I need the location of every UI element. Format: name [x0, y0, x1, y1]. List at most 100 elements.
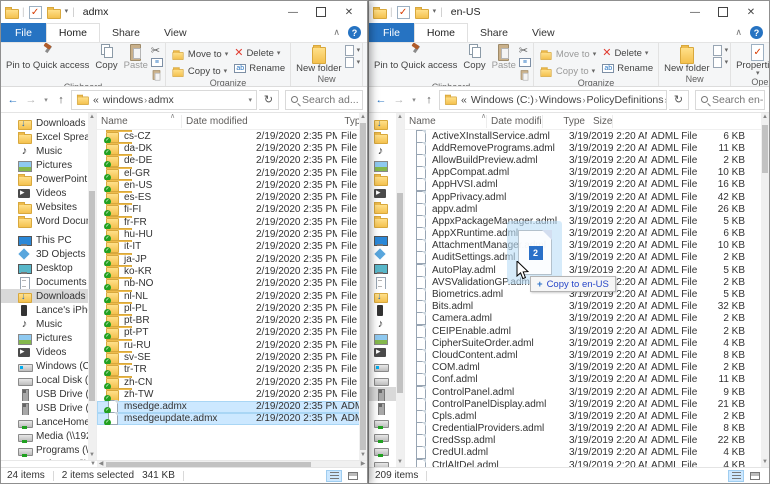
- file-row[interactable]: ✓ CtrlAltDel.adml 3/19/2019 2:20 AM ADML…: [405, 458, 769, 467]
- refresh-button[interactable]: ↻: [669, 89, 689, 110]
- sidebar-item[interactable]: LanceHome (\\1: [1, 415, 88, 429]
- sidebar-item[interactable]: [369, 261, 396, 275]
- copy-to-button[interactable]: Copy to ▾: [539, 65, 596, 78]
- scrollbar-thumb[interactable]: [106, 462, 311, 467]
- sidebar-item[interactable]: This PC: [1, 233, 88, 247]
- breadcrumb-item[interactable]: PolicyDefinitions›: [586, 94, 666, 106]
- file-row[interactable]: ✓ CloudContent.adml 3/19/2019 2:20 AM AD…: [405, 348, 769, 362]
- file-row[interactable]: ✓ zh-TW 2/19/2020 2:35 PM File folder: [97, 387, 367, 401]
- file-row[interactable]: ✓ Camera.adml 3/19/2019 2:20 AM ADML Fil…: [405, 312, 769, 326]
- qat-properties-icon[interactable]: ✓: [396, 5, 410, 19]
- minimize-button[interactable]: —: [279, 2, 307, 22]
- sidebar-item[interactable]: Desktop: [1, 261, 88, 275]
- sidebar-item[interactable]: Downloads: [1, 116, 88, 130]
- sidebar-item[interactable]: [369, 457, 396, 467]
- new-item-button[interactable]: ▾: [344, 45, 360, 56]
- scroll-up-icon[interactable]: ▲: [359, 113, 367, 122]
- file-row[interactable]: ✓ zh-CN 2/19/2020 2:35 PM File folder: [97, 375, 367, 389]
- help-icon[interactable]: ?: [750, 26, 763, 39]
- rename-button[interactable]: ab Rename: [234, 63, 285, 74]
- sidebar-item[interactable]: [369, 233, 396, 247]
- file-row[interactable]: ✓ ActiveXInstallService.adml 3/19/2019 2…: [405, 130, 769, 143]
- sidebar-item[interactable]: [369, 387, 396, 401]
- close-button[interactable]: ✕: [737, 2, 765, 22]
- rename-button[interactable]: ab Rename: [602, 63, 653, 74]
- sidebar-item[interactable]: Videos: [1, 186, 88, 200]
- file-row[interactable]: ✓ AuditSettings.adml 3/19/2019 2:20 AM A…: [405, 251, 769, 265]
- address-box[interactable]: « Windows (C:) › Windows › PolicyDefinitio…: [439, 89, 667, 110]
- file-row[interactable]: ✓ ControlPanel.adml 3/19/2019 2:20 AM AD…: [405, 385, 769, 399]
- file-row[interactable]: ✓ AppXRuntime.adml 3/19/2019 2:20 AM ADM…: [405, 227, 769, 241]
- file-row[interactable]: ✓ AutoPlay.adml 3/19/2019 2:20 AM ADML F…: [405, 263, 769, 277]
- file-row[interactable]: ✓ hu-HU 2/19/2020 2:35 PM File folder: [97, 228, 367, 242]
- horizontal-scrollbar[interactable]: ▼ ◀ ▶: [1, 460, 367, 467]
- copy-path-icon[interactable]: ≡: [150, 58, 163, 67]
- sidebar-item[interactable]: Pictures: [1, 331, 88, 345]
- minimize-button[interactable]: —: [681, 2, 709, 22]
- recent-locations-chevron-icon[interactable]: ▾: [41, 96, 51, 104]
- scrollbar-thumb[interactable]: [762, 125, 768, 173]
- column-header-date[interactable]: Date modified: [182, 115, 340, 128]
- tab-home[interactable]: Home: [45, 23, 100, 42]
- address-box[interactable]: « windows› admx› ▾: [71, 89, 257, 110]
- file-row[interactable]: ✓ de-DE 2/19/2020 2:35 PM File folder: [97, 154, 367, 168]
- file-row[interactable]: ✓ AppCompat.adml 3/19/2019 2:20 AM ADML …: [405, 166, 769, 180]
- sidebar-item[interactable]: Media (\\192.16: [1, 429, 88, 443]
- nav-scrollbar[interactable]: ▲ ▼: [396, 113, 404, 467]
- sidebar-item[interactable]: [369, 116, 396, 130]
- sidebar-item[interactable]: Videos: [1, 345, 88, 359]
- collapse-ribbon-icon[interactable]: ∧: [333, 27, 340, 38]
- paste-shortcut-icon[interactable]: [152, 70, 161, 81]
- pin-to-quick-access-button[interactable]: Pin to Quick access: [3, 43, 92, 71]
- file-row[interactable]: ✓ pl-PL 2/19/2020 2:35 PM File folder: [97, 301, 367, 315]
- scroll-up-icon[interactable]: ▲: [88, 113, 96, 122]
- sidebar-item[interactable]: [369, 415, 396, 429]
- thumbnails-view-button[interactable]: [345, 470, 361, 482]
- copy-button[interactable]: Copy: [460, 43, 488, 71]
- sidebar-item[interactable]: Software (\\192.: [1, 457, 88, 461]
- sidebar-item[interactable]: [369, 158, 396, 172]
- breadcrumb-item[interactable]: Windows (C:) ›: [471, 94, 539, 106]
- sidebar-item[interactable]: Downloads: [1, 289, 88, 303]
- file-row[interactable]: ✓ tr-TR 2/19/2020 2:35 PM File folder: [97, 363, 367, 377]
- file-row[interactable]: ✓ fi-FI 2/19/2020 2:35 PM File folder: [97, 203, 367, 217]
- file-row[interactable]: ✓ pt-BR 2/19/2020 2:35 PM File folder: [97, 314, 367, 328]
- file-row[interactable]: ✓ en-US 2/19/2020 2:35 PM File folder: [97, 178, 367, 192]
- address-dropdown-chevron-icon[interactable]: ▾: [248, 96, 252, 104]
- tab-view[interactable]: View: [152, 23, 199, 42]
- list-scrollbar[interactable]: ▲ ▼: [359, 113, 367, 460]
- search-input[interactable]: Search en-...: [695, 89, 765, 110]
- maximize-button[interactable]: [709, 2, 737, 22]
- file-row[interactable]: ✓ AddRemovePrograms.adml 3/19/2019 2:20 …: [405, 141, 769, 155]
- cut-icon[interactable]: ✂: [519, 45, 531, 57]
- file-row[interactable]: ✓ Bits.adml 3/19/2019 2:20 AM ADML File …: [405, 300, 769, 314]
- breadcrumb-item[interactable]: Windows ›: [539, 94, 587, 106]
- properties-button[interactable]: ✓ Properties ▾: [365, 43, 367, 77]
- close-button[interactable]: ✕: [335, 2, 363, 22]
- sidebar-item[interactable]: [369, 275, 396, 289]
- scroll-left-icon[interactable]: ◀: [97, 461, 105, 468]
- search-input[interactable]: Search ad...: [285, 89, 363, 110]
- column-header-size[interactable]: Size: [589, 114, 614, 128]
- breadcrumb-item[interactable]: windows ›: [103, 94, 148, 106]
- help-icon[interactable]: ?: [348, 26, 361, 39]
- back-button[interactable]: ←: [5, 94, 21, 106]
- sidebar-item[interactable]: Documents: [1, 275, 88, 289]
- scrollbar-thumb[interactable]: [360, 123, 366, 450]
- sidebar-item[interactable]: [369, 130, 396, 144]
- file-row[interactable]: ✓ CredSsp.adml 3/19/2019 2:20 AM ADML Fi…: [405, 434, 769, 448]
- file-row[interactable]: ✓ ja-JP 2/19/2020 2:35 PM File folder: [97, 252, 367, 266]
- copy-path-icon[interactable]: ≡: [518, 58, 531, 67]
- nav-scroll-down-icon[interactable]: ▼: [89, 461, 97, 468]
- column-header-name[interactable]: Name: [405, 114, 487, 128]
- file-row[interactable]: ✓ fr-FR 2/19/2020 2:35 PM File folder: [97, 215, 367, 229]
- sidebar-item[interactable]: [369, 247, 396, 261]
- file-row[interactable]: ✓ ru-RU 2/19/2020 2:35 PM File folder: [97, 338, 367, 352]
- sidebar-item[interactable]: [369, 359, 396, 373]
- sidebar-item[interactable]: Local Disk (D:): [1, 373, 88, 387]
- file-row[interactable]: ✓ appv.adml 3/19/2019 2:20 AM ADML File …: [405, 202, 769, 216]
- move-to-button[interactable]: Move to ▾: [171, 48, 228, 61]
- up-button[interactable]: ↑: [421, 94, 437, 106]
- file-row[interactable]: ✓ ControlPanelDisplay.adml 3/19/2019 2:2…: [405, 397, 769, 411]
- delete-button[interactable]: ✕ Delete ▾: [234, 48, 285, 60]
